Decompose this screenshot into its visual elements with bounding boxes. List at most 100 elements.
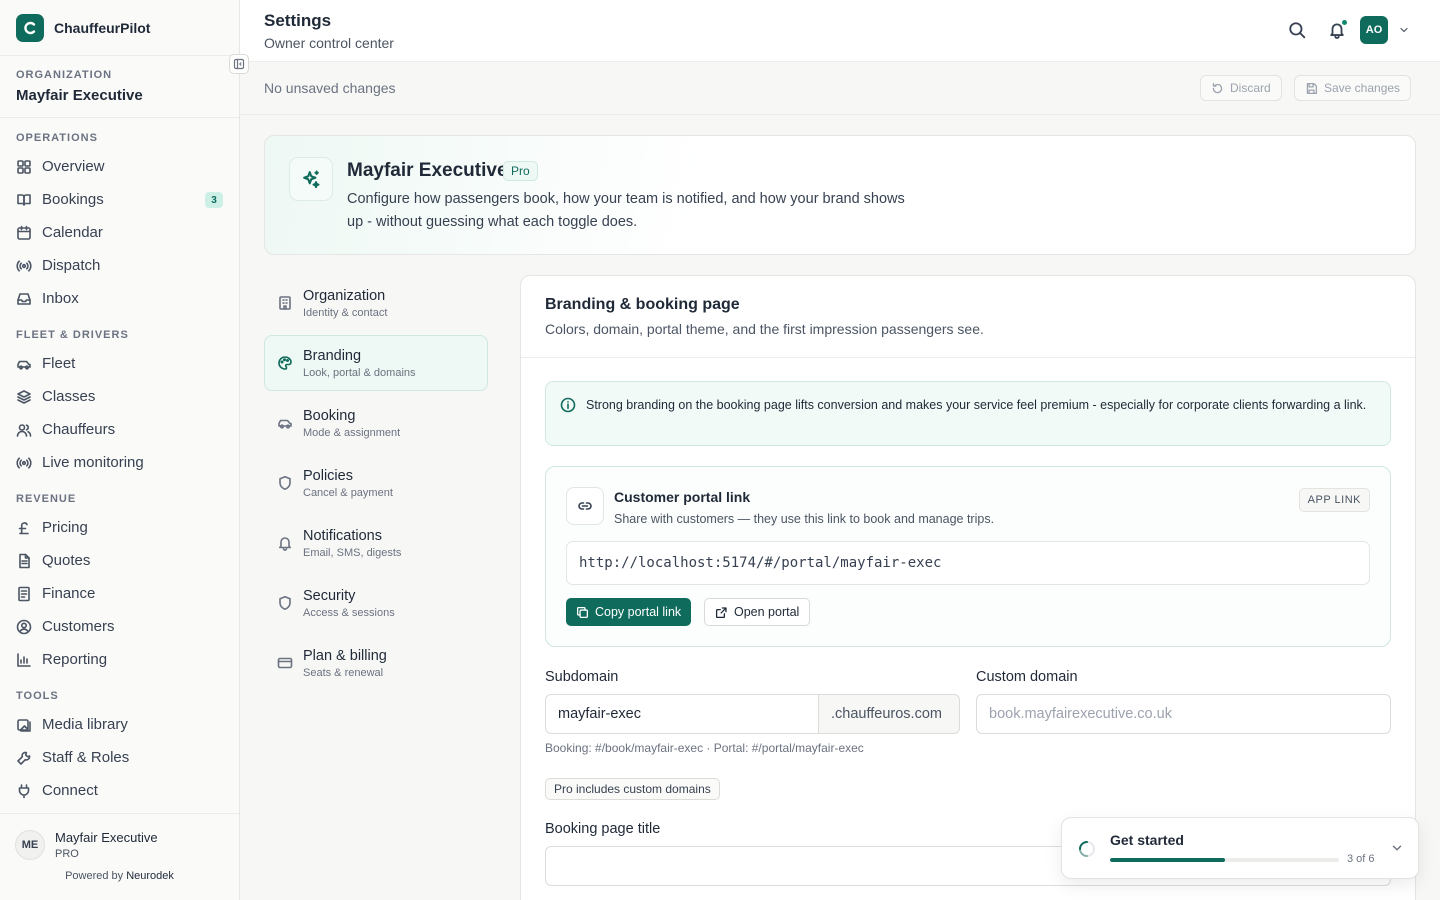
portal-title: Customer portal link — [614, 489, 751, 505]
sidebar-item-customers[interactable]: Customers — [16, 610, 223, 643]
tab-branding[interactable]: Branding Look, portal & domains — [264, 335, 488, 391]
nav-group-label: TOOLS — [16, 690, 59, 702]
chevron-down-icon[interactable] — [1390, 841, 1404, 855]
page-subtitle: Owner control center — [264, 35, 394, 51]
plan-badge: Pro — [503, 161, 538, 181]
tab-title: Branding — [303, 347, 362, 364]
panel-subtitle: Colors, domain, portal theme, and the fi… — [545, 321, 984, 337]
progress-spinner-icon — [1079, 841, 1095, 857]
notification-dot — [1341, 19, 1348, 26]
subdomain-input[interactable]: mayfair-exec — [545, 694, 819, 734]
bookings-count-badge: 3 — [205, 192, 223, 208]
sidebar-item-calendar[interactable]: Calendar — [16, 216, 223, 249]
tab-plan-billing[interactable]: Plan & billing Seats & renewal — [264, 635, 488, 691]
sidebar-item-chauffeurs[interactable]: Chauffeurs — [16, 413, 223, 446]
sidebar-item-label: Finance — [42, 585, 96, 602]
sidebar-item-label: Staff & Roles — [42, 749, 130, 766]
copy-icon — [576, 606, 589, 618]
sidebar-item-label: Customers — [42, 618, 115, 635]
account-plan: PRO — [55, 848, 79, 860]
sidebar-item-quotes[interactable]: Quotes — [16, 544, 223, 577]
brand[interactable]: ChauffeurPilot — [0, 0, 239, 56]
discard-button[interactable]: Discard — [1200, 75, 1282, 101]
sidebar-item-dispatch[interactable]: Dispatch — [16, 249, 223, 282]
tab-desc: Identity & contact — [303, 306, 388, 319]
grid-icon — [17, 159, 31, 174]
powered-by-prefix: Powered by — [65, 870, 124, 882]
custom-domain-label: Custom domain — [976, 669, 1078, 685]
sidebar-item-label: Chauffeurs — [42, 421, 116, 438]
sidebar-item-finance[interactable]: Finance — [16, 577, 223, 610]
sidebar-item-connect[interactable]: Connect — [16, 774, 223, 807]
page-title: Settings — [264, 11, 332, 30]
sidebar-item-reporting[interactable]: Reporting — [16, 643, 223, 676]
org-label: ORGANIZATION — [16, 69, 113, 81]
customer-portal-card: Customer portal link Share with customer… — [545, 466, 1391, 647]
tab-desc: Mode & assignment — [303, 426, 401, 439]
tab-desc: Seats & renewal — [303, 666, 384, 679]
powered-by-brand[interactable]: Neurodek — [126, 870, 174, 882]
sidebar-item-classes[interactable]: Classes — [16, 380, 223, 413]
account-switcher[interactable]: ME Mayfair Executive PRO — [0, 814, 239, 860]
tab-notifications[interactable]: Notifications Email, SMS, digests — [264, 515, 488, 571]
sidebar-footer: ME Mayfair Executive PRO Powered by Neur… — [0, 813, 239, 900]
nav-group-fleet: FLEET & DRIVERS Fleet Classes Chauffeurs… — [0, 329, 239, 479]
nav-group-revenue: REVENUE Pricing Quotes Finance Customers… — [0, 493, 239, 676]
sidebar: ChauffeurPilot ORGANIZATION Mayfair Exec… — [0, 0, 240, 900]
sidebar-item-pricing[interactable]: Pricing — [16, 511, 223, 544]
sidebar-item-staff-roles[interactable]: Staff & Roles — [16, 741, 223, 774]
broadcast-icon — [16, 456, 32, 469]
open-portal-button[interactable]: Open portal — [704, 598, 811, 626]
save-changes-button[interactable]: Save changes — [1294, 75, 1412, 101]
sidebar-item-media-library[interactable]: Media library — [16, 708, 223, 741]
search-icon — [1289, 22, 1306, 39]
link-icon-box — [566, 487, 604, 525]
custom-domain-input[interactable]: book.mayfairexecutive.co.uk — [976, 694, 1391, 734]
header-actions: AO — [1288, 16, 1410, 44]
tab-title: Booking — [303, 407, 356, 424]
tab-title: Organization — [303, 287, 386, 304]
shield-icon — [279, 596, 291, 610]
sidebar-collapse-button[interactable] — [229, 54, 249, 74]
nav-group-label: FLEET & DRIVERS — [16, 329, 129, 341]
save-label: Save changes — [1324, 81, 1401, 95]
portal-url-field[interactable]: http://localhost:5174/#/portal/mayfair-e… — [566, 541, 1370, 585]
tab-booking[interactable]: Booking Mode & assignment — [264, 395, 488, 451]
wrench-icon — [17, 751, 31, 765]
receipt-icon — [18, 586, 30, 601]
info-icon — [560, 397, 576, 413]
bell-icon — [279, 537, 291, 551]
get-started-widget[interactable]: Get started 3 of 6 — [1061, 817, 1419, 879]
user-avatar: AO — [1360, 16, 1388, 44]
notifications-button[interactable] — [1328, 19, 1348, 39]
hero-icon-box — [289, 157, 333, 201]
hero-description: Configure how passengers book, how your … — [347, 191, 905, 230]
tab-security[interactable]: Security Access & sessions — [264, 575, 488, 631]
tab-organization[interactable]: Organization Identity & contact — [264, 275, 488, 331]
org-name: Mayfair Executive — [16, 87, 143, 104]
info-text: Strong branding on the booking page lift… — [586, 398, 1367, 412]
tab-desc: Cancel & payment — [303, 486, 393, 499]
copy-portal-link-button[interactable]: Copy portal link — [566, 598, 692, 626]
search-button[interactable] — [1288, 21, 1306, 39]
sidebar-item-fleet[interactable]: Fleet — [16, 347, 223, 380]
sidebar-item-inbox[interactable]: Inbox — [16, 282, 223, 315]
broadcast-icon — [16, 259, 32, 272]
file-icon — [19, 553, 30, 568]
sidebar-item-overview[interactable]: Overview — [16, 150, 223, 183]
calendar-icon — [17, 225, 31, 240]
brand-logo-icon — [16, 13, 44, 42]
sidebar-item-label: Calendar — [42, 224, 103, 241]
building-icon — [279, 296, 291, 310]
sidebar-item-bookings[interactable]: Bookings 3 — [16, 183, 223, 216]
panel-header: Branding & booking page Colors, domain, … — [521, 276, 1415, 358]
layers-icon — [17, 389, 31, 404]
tab-policies[interactable]: Policies Cancel & payment — [264, 455, 488, 511]
portal-subtitle: Share with customers — they use this lin… — [614, 512, 995, 526]
sidebar-item-label: Connect — [42, 782, 98, 799]
brand-name: ChauffeurPilot — [54, 19, 151, 36]
unsaved-changes-bar: No unsaved changes Discard Save changes — [240, 62, 1440, 115]
user-menu[interactable]: AO — [1360, 16, 1410, 44]
link-icon — [578, 502, 592, 510]
sidebar-item-live-monitoring[interactable]: Live monitoring — [16, 446, 223, 479]
